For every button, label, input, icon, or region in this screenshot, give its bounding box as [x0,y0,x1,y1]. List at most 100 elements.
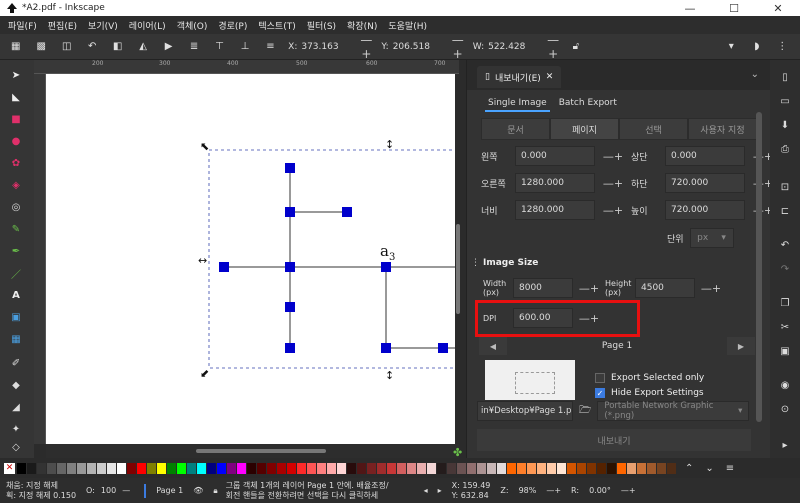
ellipse-tool-icon[interactable]: ● [9,134,23,148]
tweak-tool-icon[interactable]: ◢ [9,400,23,414]
area-selection[interactable]: 선택 [619,118,688,140]
filename-input[interactable]: in¥Desktop¥Page 1.png [477,401,573,421]
tab-export[interactable]: ▯ 내보내기(E) ✕ [477,66,562,88]
rectangle-tool-icon[interactable]: ■ [9,112,23,126]
swatch[interactable] [607,462,616,474]
swatch[interactable] [167,462,176,474]
tab-batch-export[interactable]: Batch Export [556,96,620,112]
scroll-thumb[interactable] [196,449,326,453]
swatch[interactable] [497,462,506,474]
redo-icon[interactable]: ↷ [778,262,792,276]
menu-edit[interactable]: 편집(E) [48,19,77,32]
swatch[interactable] [67,462,76,474]
swatch[interactable] [457,462,466,474]
swatch[interactable] [517,462,526,474]
zoom-stepper[interactable]: —+ [546,486,561,495]
height-field[interactable]: 720.000 [665,200,745,220]
current-layer[interactable]: Page 1 [156,486,183,495]
width-stepper[interactable]: —+ [595,204,631,217]
bottom-field[interactable]: 720.000 [665,173,745,193]
lock-icon[interactable]: 🔓︎ [568,38,583,55]
swatch[interactable] [547,462,556,474]
selector-tool-icon[interactable]: ➤ [9,68,23,82]
tab-single-image[interactable]: Single Image [485,96,550,112]
hide-export-settings-checkbox[interactable]: ✓ Hide Export Settings [595,388,704,398]
swatch[interactable] [237,462,246,474]
menu-layer[interactable]: 레이어(L) [129,19,166,32]
calligraphy-tool-icon[interactable]: ／ [9,266,23,281]
swatch[interactable] [37,462,46,474]
canvas-vertical-scrollbar[interactable] [455,74,461,444]
open-file-icon[interactable]: ▭ [778,94,792,108]
swatch[interactable] [527,462,536,474]
swatch[interactable] [47,462,56,474]
paint-bucket-tool-icon[interactable]: ◆ [9,378,23,392]
chevron-down-icon[interactable]: ⌄ [705,463,713,474]
swatch[interactable] [57,462,66,474]
layer-nav-icon[interactable]: ◂ [424,486,428,495]
no-paint-icon[interactable]: ✕ [4,462,15,474]
copy-icon[interactable]: ❐ [778,296,792,310]
swatch[interactable] [77,462,86,474]
scroll-thumb[interactable] [756,112,762,422]
swatch[interactable] [297,462,306,474]
swatch[interactable] [247,462,256,474]
scroll-thumb[interactable] [456,224,460,314]
swatch[interactable] [177,462,186,474]
swatch[interactable] [317,462,326,474]
swatch[interactable] [417,462,426,474]
drag-handle-icon[interactable]: ⋮ [471,258,480,268]
y-coordinate[interactable]: Y: 206.518 —+ [381,33,466,61]
drawing-canvas[interactable]: ⬉ ↕ ↔ ⬋ ↕ a3 [46,74,459,444]
menu-path[interactable]: 경로(P) [218,19,247,32]
x-value[interactable]: 373.163 [301,42,357,52]
swatch[interactable] [587,462,596,474]
swatch[interactable] [577,462,586,474]
rotate-90-cw-icon[interactable]: ◧ [110,38,125,55]
unit-select[interactable]: px ▾ [689,228,734,248]
menu-filters[interactable]: 필터(S) [307,19,336,32]
menu-extensions[interactable]: 확장(N) [347,19,377,32]
menu-view[interactable]: 보기(V) [88,19,118,32]
rotate-stepper[interactable]: —+ [621,486,636,495]
swatch[interactable] [667,462,676,474]
swatch[interactable] [537,462,546,474]
swatch[interactable] [107,462,116,474]
flip-vertical-icon[interactable]: ▶ [161,38,176,55]
maximize-button[interactable]: ☐ [712,2,756,15]
opacity-value[interactable]: 100 [101,486,116,496]
w-stepper[interactable]: —+ [544,33,562,61]
raise-icon[interactable]: ⊤ [212,38,227,55]
image-height-field[interactable]: 4500 [635,278,695,298]
palette-menu-icon[interactable]: ≡ [726,463,734,474]
canvas-horizontal-scrollbar[interactable] [46,444,459,458]
flip-horizontal-icon[interactable]: ◭ [135,38,150,55]
swatch[interactable] [117,462,126,474]
chevron-down-icon[interactable]: ⌄ [751,69,759,80]
swatch[interactable] [367,462,376,474]
export-selected-only-checkbox[interactable]: Export Selected only [595,373,704,383]
fill-stroke-indicator[interactable]: 채움: 지정 해제 획: 지정 해제 0.150 [6,481,76,501]
tab-close-icon[interactable]: ✕ [546,72,554,82]
swatch[interactable] [27,462,36,474]
checkmark-icon[interactable]: ✓ [595,388,605,398]
swatch[interactable] [487,462,496,474]
folder-icon[interactable]: 🗁︎ [579,403,591,420]
swatch[interactable] [627,462,636,474]
save-icon[interactable]: ⬇ [778,118,792,132]
file-type-select[interactable]: Portable Network Graphic (*.png) ▾ [597,401,750,421]
swatch[interactable] [307,462,316,474]
swatch[interactable] [567,462,576,474]
select-all-layers-icon[interactable]: ▩ [33,38,48,55]
swatch[interactable] [137,462,146,474]
menu-text[interactable]: 텍스트(T) [258,19,295,32]
node-tool-icon[interactable]: ◣ [9,90,23,104]
swatch[interactable] [277,462,286,474]
rotate-90-ccw-icon[interactable]: ↶ [84,38,99,55]
paste-icon[interactable]: ▣ [778,344,792,358]
3d-box-tool-icon[interactable]: ◈ [9,178,23,192]
swatch[interactable] [387,462,396,474]
swatch[interactable] [397,462,406,474]
right-field[interactable]: 1280.000 [515,173,595,193]
right-stepper[interactable]: —+ [595,177,631,190]
